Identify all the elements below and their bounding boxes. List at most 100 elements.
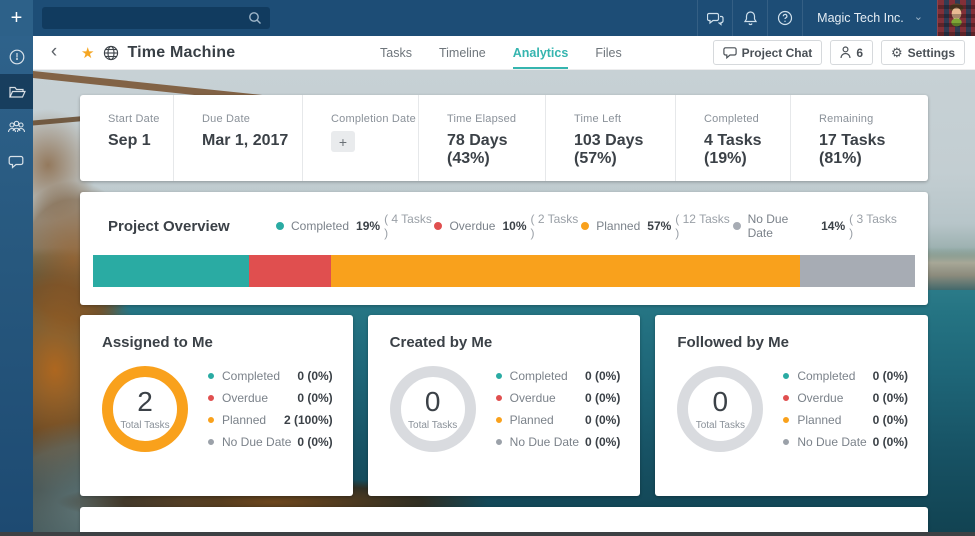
help-icon [777, 10, 793, 26]
overview-header: Project Overview Completed 19% ( 4 Tasks… [80, 192, 928, 240]
legend-row: Planned 0 (0%) [783, 413, 908, 427]
card-body: 2 Total Tasks Completed 0 (0%) Overdue 0 [102, 366, 333, 452]
sidebar-item-projects[interactable] [0, 74, 33, 109]
chat-bubble-icon [723, 46, 737, 59]
back-button[interactable]: ‹ [41, 42, 67, 64]
legend-row: Completed 0 (0%) [783, 369, 908, 383]
plus-icon: + [11, 7, 23, 30]
bar-segment-no-due-date [800, 255, 915, 287]
globe-icon [103, 45, 119, 61]
topbar-right: Magic Tech Inc. ⌄ [697, 0, 975, 36]
header-buttons: Project Chat 6 ⚙ Settings [713, 40, 965, 65]
search-input[interactable] [50, 11, 248, 25]
followed-donut-chart: 0 Total Tasks [677, 366, 763, 452]
page-title: Time Machine [127, 44, 235, 62]
legend-row: Planned 0 (0%) [496, 413, 621, 427]
assigned-to-me-card: Assigned to Me 2 Total Tasks Completed 0… [80, 315, 353, 496]
add-button[interactable]: + [0, 0, 33, 36]
tab-bar: Tasks Timeline Analytics Files [380, 36, 622, 69]
workspace-name: Magic Tech Inc. [817, 11, 904, 25]
created-donut-chart: 0 Total Tasks [390, 366, 476, 452]
completed-dot-icon [783, 373, 789, 379]
project-header: ‹ ★ Time Machine Tasks Timeline Analytic… [33, 36, 975, 70]
planned-dot-icon [208, 417, 214, 423]
legend-row: No Due Date 0 (0%) [496, 435, 621, 449]
summary-cards-row: Assigned to Me 2 Total Tasks Completed 0… [80, 315, 928, 496]
legend-item-no-due-date: No Due Date 14% ( 3 Tasks ) [733, 212, 902, 240]
overdue-dot-icon [783, 395, 789, 401]
stat-time-elapsed: Time Elapsed 78 Days (43%) [418, 95, 545, 181]
bar-segment-planned [331, 255, 800, 287]
search-icon [248, 11, 262, 25]
team-icon [7, 119, 26, 135]
members-button[interactable]: 6 [830, 40, 873, 65]
planned-dot-icon [783, 417, 789, 423]
no-due-date-dot-icon [208, 439, 214, 445]
sidebar-item-team[interactable] [0, 109, 33, 144]
legend-row: Overdue 0 (0%) [208, 391, 333, 405]
card-legend: Completed 0 (0%) Overdue 0 (0%) Planned … [783, 369, 908, 449]
app-screen: + Magic Tec [0, 0, 975, 536]
stat-completion-date: Completion Date + [302, 95, 418, 181]
bell-icon [743, 10, 758, 26]
chat-icon [707, 11, 724, 26]
help-button[interactable] [767, 0, 802, 36]
completed-dot-icon [276, 222, 284, 230]
project-chat-label: Project Chat [742, 46, 813, 60]
overdue-dot-icon [434, 222, 442, 230]
workspace-switcher[interactable]: Magic Tech Inc. ⌄ [802, 0, 937, 36]
created-by-me-card: Created by Me 0 Total Tasks Completed 0 … [368, 315, 641, 496]
stat-time-left: Time Left 103 Days (57%) [545, 95, 675, 181]
chat-button[interactable] [697, 0, 732, 36]
tab-timeline[interactable]: Timeline [439, 36, 486, 69]
members-count: 6 [856, 46, 863, 60]
stat-start-date: Start Date Sep 1 [80, 95, 173, 181]
topbar: + Magic Tec [0, 0, 975, 36]
settings-button[interactable]: ⚙ Settings [881, 40, 965, 65]
gear-icon: ⚙ [891, 45, 903, 61]
tab-analytics[interactable]: Analytics [513, 36, 569, 69]
planned-dot-icon [581, 222, 589, 230]
card-legend: Completed 0 (0%) Overdue 0 (0%) Planned … [496, 369, 621, 449]
no-due-date-dot-icon [783, 439, 789, 445]
bar-segment-completed [93, 255, 249, 287]
user-avatar[interactable] [937, 0, 975, 36]
card-body: 0 Total Tasks Completed 0 (0%) Overdue 0 [677, 366, 908, 452]
chevron-left-icon: ‹ [51, 41, 57, 62]
bar-segment-overdue [249, 255, 331, 287]
sidebar-item-chat[interactable] [0, 144, 33, 179]
sidebar [0, 36, 33, 536]
legend-item-planned: Planned 57% ( 12 Tasks ) [581, 212, 732, 240]
overdue-dot-icon [208, 395, 214, 401]
legend-row: No Due Date 0 (0%) [208, 435, 333, 449]
chevron-down-icon: ⌄ [914, 10, 923, 23]
planned-dot-icon [496, 417, 502, 423]
project-overview-card: Project Overview Completed 19% ( 4 Tasks… [80, 192, 928, 305]
legend-row: Overdue 0 (0%) [783, 391, 908, 405]
sidebar-item-dashboard[interactable] [0, 39, 33, 74]
followed-by-me-card: Followed by Me 0 Total Tasks Completed 0… [655, 315, 928, 496]
legend-row: Completed 0 (0%) [208, 369, 333, 383]
notifications-button[interactable] [732, 0, 767, 36]
search-box[interactable] [42, 7, 270, 29]
tab-files[interactable]: Files [595, 36, 621, 69]
legend-item-completed: Completed 19% ( 4 Tasks ) [276, 212, 434, 240]
add-completion-date-button[interactable]: + [331, 131, 355, 152]
overview-title: Project Overview [108, 218, 276, 235]
card-body: 0 Total Tasks Completed 0 (0%) Overdue 0 [390, 366, 621, 452]
legend-row: Overdue 0 (0%) [496, 391, 621, 405]
folder-open-icon [8, 84, 26, 100]
project-stats-card: Start Date Sep 1 Due Date Mar 1, 2017 Co… [80, 95, 928, 181]
legend-row: No Due Date 0 (0%) [783, 435, 908, 449]
stat-completed: Completed 4 Tasks (19%) [675, 95, 790, 181]
gauge-icon [8, 48, 26, 66]
overview-stacked-bar [93, 255, 915, 287]
assigned-donut-chart: 2 Total Tasks [102, 366, 188, 452]
tab-tasks[interactable]: Tasks [380, 36, 412, 69]
favorite-star-icon[interactable]: ★ [81, 44, 94, 62]
legend-row: Planned 2 (100%) [208, 413, 333, 427]
settings-label: Settings [908, 46, 955, 60]
speech-bubble-icon [8, 154, 25, 169]
overview-legend: Completed 19% ( 4 Tasks ) Overdue 10% ( … [276, 212, 902, 240]
project-chat-button[interactable]: Project Chat [713, 40, 823, 65]
